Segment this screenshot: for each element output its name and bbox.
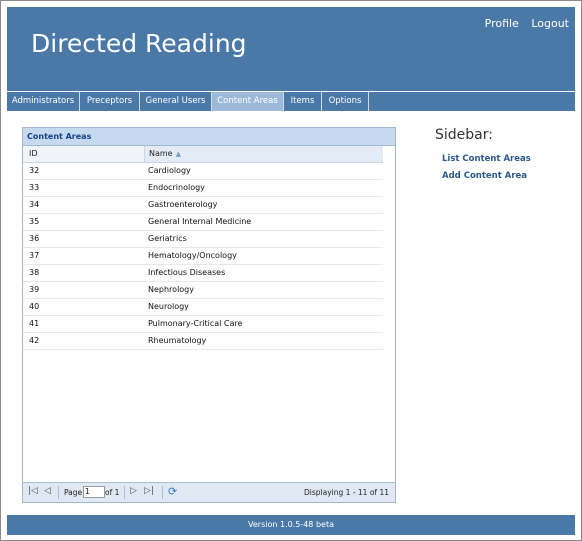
previous-page-icon[interactable]: ◁ [44,486,51,496]
logout-link[interactable]: Logout [531,17,569,30]
cell-id: 41 [29,319,40,328]
column-header-name-label: Name [149,149,173,158]
top-links: Profile Logout [476,17,569,30]
cell-id: 42 [29,336,40,345]
cell-name: Gastroenterology [148,200,218,209]
page-of-label: of 1 [105,488,120,497]
footer-bar: Version 1.0.5-48 beta [7,515,575,535]
table-row[interactable]: 33 Endocrinology [23,180,383,197]
table-row[interactable]: 38 Infectious Diseases [23,265,383,282]
tab-preceptors[interactable]: Preceptors [80,92,140,111]
table-row[interactable]: 41 Pulmonary-Critical Care [23,316,383,333]
cell-name: Pulmonary-Critical Care [148,319,243,328]
toolbar-separator [124,486,125,499]
cell-id: 35 [29,217,40,226]
toolbar-separator [58,486,59,499]
cell-name: Hematology/Oncology [148,251,237,260]
table-row[interactable]: 34 Gastroenterology [23,197,383,214]
grid-title: Content Areas [23,128,395,146]
version-text: Version 1.0.5-48 beta [248,520,334,529]
last-page-icon[interactable]: ▷| [144,486,154,496]
paging-display-text: Displaying 1 - 11 of 11 [304,488,389,497]
cell-id: 32 [29,166,40,175]
profile-link[interactable]: Profile [485,17,519,30]
table-row[interactable]: 39 Nephrology [23,282,383,299]
column-header-row: ID Name ▲ [23,146,383,163]
table-row[interactable]: 36 Geriatrics [23,231,383,248]
tab-options[interactable]: Options [322,92,369,111]
page-label: Page [64,488,83,497]
cell-id: 33 [29,183,40,192]
cell-name: Neurology [148,302,189,311]
cell-id: 37 [29,251,40,260]
table-row[interactable]: 42 Rheumatology [23,333,383,350]
table-row[interactable]: 32 Cardiology [23,163,383,180]
cell-id: 39 [29,285,40,294]
cell-name: General Internal Medicine [148,217,252,226]
column-header-name[interactable]: Name ▲ [144,146,383,162]
list-content-areas-link[interactable]: List Content Areas [442,154,531,164]
cell-name: Rheumatology [148,336,207,345]
app-title: Directed Reading [31,29,247,58]
cell-name: Infectious Diseases [148,268,226,277]
cell-name: Nephrology [148,285,194,294]
first-page-icon[interactable]: |◁ [28,486,38,496]
toolbar-separator [162,486,163,499]
paging-toolbar: |◁ ◁ Page 1 of 1 ▷ ▷| ⟳ Displaying 1 - 1… [23,482,395,502]
tab-administrators[interactable]: Administrators [7,92,80,111]
grid-body: 32 Cardiology 33 Endocrinology 34 Gastroent… [23,163,395,350]
refresh-icon[interactable]: ⟳ [168,485,177,498]
add-content-area-link[interactable]: Add Content Area [442,171,527,181]
main-nav: Administrators Preceptors General Users … [7,92,575,111]
cell-id: 40 [29,302,40,311]
cell-name: Endocrinology [148,183,205,192]
cell-id: 34 [29,200,40,209]
page-number-input[interactable]: 1 [83,486,105,498]
app-window: Directed Reading Profile Logout Administ… [0,0,582,541]
sidebar-title: Sidebar: [435,127,493,143]
table-row[interactable]: 35 General Internal Medicine [23,214,383,231]
column-header-id[interactable]: ID [29,146,38,162]
next-page-icon[interactable]: ▷ [130,486,137,496]
header-banner: Directed Reading Profile Logout [7,7,575,91]
content-areas-grid: Content Areas ID Name ▲ 32 Cardiology 33 En… [22,127,396,503]
tab-content-areas[interactable]: Content Areas [212,92,284,111]
sort-ascending-icon: ▲ [175,150,181,158]
cell-id: 38 [29,268,40,277]
cell-id: 36 [29,234,40,243]
tab-general-users[interactable]: General Users [140,92,212,111]
tab-items[interactable]: Items [284,92,322,111]
table-row[interactable]: 40 Neurology [23,299,383,316]
cell-name: Geriatrics [148,234,187,243]
cell-name: Cardiology [148,166,191,175]
table-row[interactable]: 37 Hematology/Oncology [23,248,383,265]
